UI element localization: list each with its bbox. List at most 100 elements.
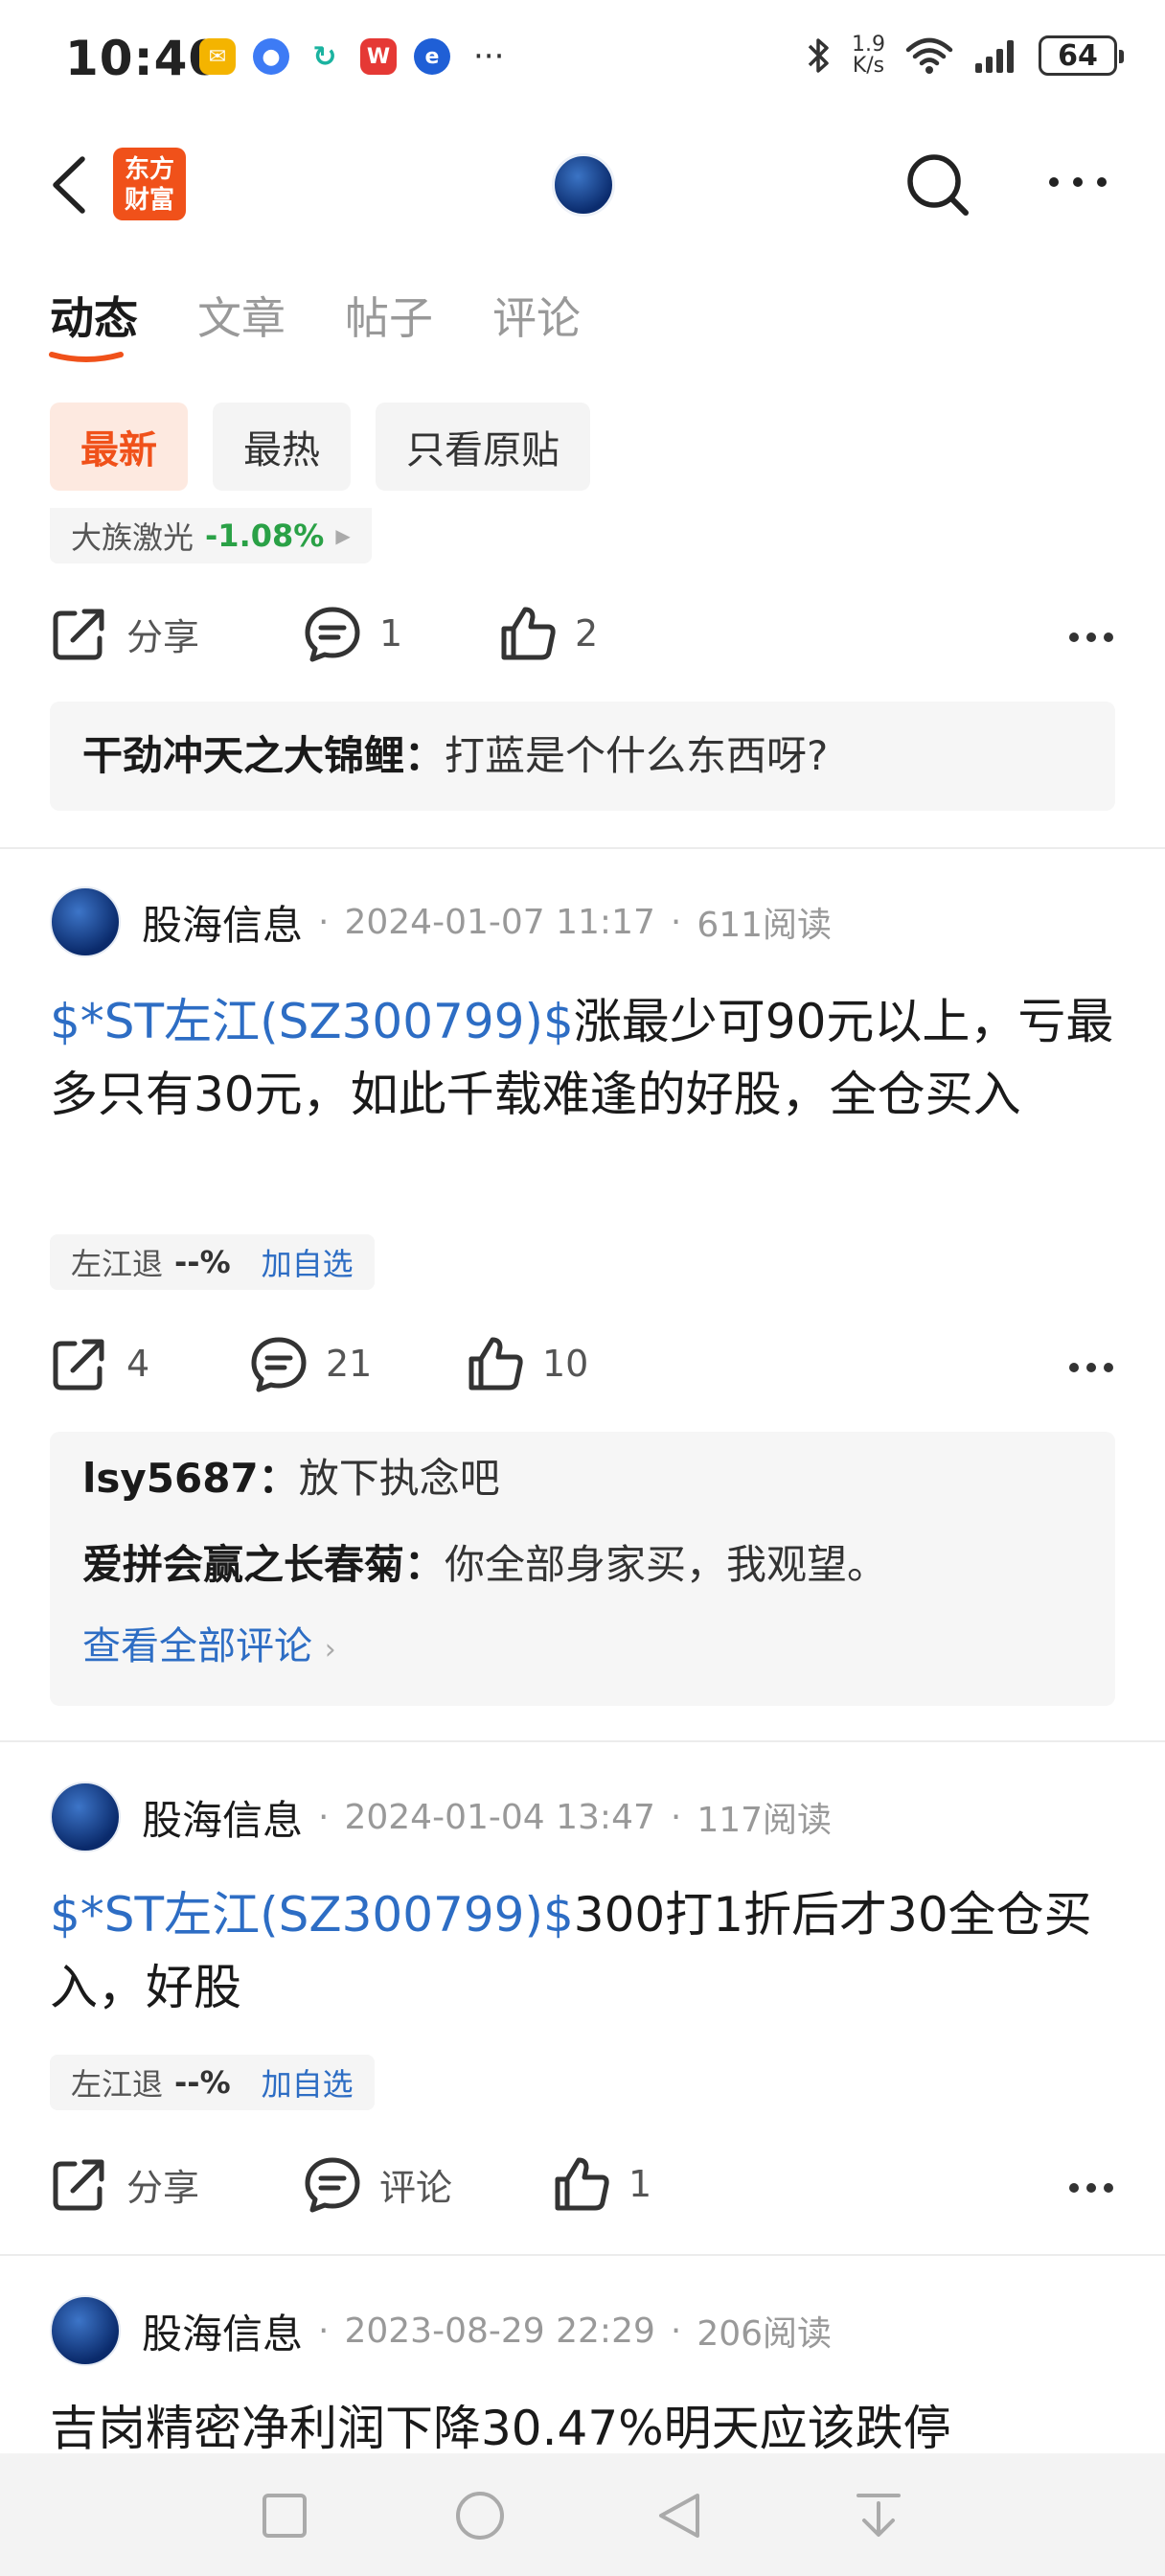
browser-app-icon: e	[414, 38, 450, 75]
read-count: 611阅读	[697, 906, 833, 945]
stock-link[interactable]: $*ST左江(SZ300799)$	[50, 994, 574, 1049]
post-more-icon[interactable]	[1067, 1361, 1115, 1374]
meta-dot: ·	[318, 902, 330, 942]
tab-dynamic[interactable]: 动态	[50, 284, 138, 347]
comment-button[interactable]: 1	[303, 604, 402, 663]
like-count: 2	[575, 612, 599, 655]
tab-articles[interactable]: 文章	[197, 284, 286, 347]
post-header: 股海信息 · 2024-01-04 13:47 · 117阅读	[50, 1781, 832, 1853]
stock-tag[interactable]: 大族激光 -1.08% ▶	[50, 508, 372, 564]
meta-dot: ·	[318, 1797, 330, 1837]
like-button[interactable]: 2	[498, 604, 598, 663]
stock-change: --%	[174, 2064, 231, 2101]
post-divider	[0, 2254, 1165, 2256]
comment-preview-box[interactable]: 干劲冲天之大锦鲤：打蓝是个什么东西呀?	[50, 702, 1115, 811]
add-watchlist-button[interactable]: 加自选	[262, 2060, 354, 2104]
comment-text: 你全部身家买，我观望。	[445, 1541, 888, 1588]
post-actions: 分享 1 2	[50, 604, 1115, 671]
active-tab-indicator	[49, 352, 124, 362]
filter-latest[interactable]: 最新	[50, 402, 188, 491]
stock-change: -1.08%	[205, 518, 325, 554]
home-icon[interactable]	[454, 2490, 506, 2542]
back-icon[interactable]	[653, 2490, 705, 2542]
more-options-icon[interactable]	[1044, 172, 1111, 192]
author-name[interactable]: 股海信息	[142, 2302, 303, 2360]
mail-app-icon: ✉	[199, 38, 236, 75]
share-button[interactable]: 4	[50, 1334, 149, 1393]
comment-preview: lsy5687：放下执念吧	[82, 1436, 1083, 1522]
tab-comments[interactable]: 评论	[492, 284, 581, 347]
thumbs-up-icon	[555, 2157, 609, 2211]
like-button[interactable]: 10	[466, 1334, 588, 1393]
post-actions: 4 21 10	[50, 1334, 1115, 1401]
comment-icon	[305, 2157, 360, 2213]
post-body[interactable]: $*ST左江(SZ300799)$300打1折后才30全仓买入，好股	[50, 1878, 1123, 2024]
stock-change: --%	[174, 1244, 231, 1280]
author-avatar[interactable]	[50, 886, 121, 957]
profile-avatar[interactable]	[552, 153, 615, 217]
stock-name: 大族激光	[71, 519, 194, 556]
bluetooth-icon	[808, 38, 829, 73]
filter-original-only[interactable]: 只看原贴	[376, 402, 590, 491]
post-date: 2024-01-04 13:47	[344, 1797, 655, 1837]
eastmoney-logo[interactable]: 东方 财富	[113, 148, 186, 220]
post-more-icon[interactable]	[1067, 631, 1115, 644]
tab-posts[interactable]: 帖子	[345, 284, 433, 347]
share-button[interactable]: 分享	[50, 2154, 199, 2214]
top-nav: 东方 财富	[0, 125, 1165, 240]
status-bar: 10:40 ✉ ● ↻ W e ··· 1.9 K/s 64	[0, 0, 1165, 115]
post-header: 股海信息 · 2023-08-29 22:29 · 206阅读	[50, 2294, 832, 2367]
share-icon	[53, 1339, 104, 1391]
author-avatar[interactable]	[50, 2295, 121, 2366]
stock-tag[interactable]: 左江退 --% 加自选	[50, 1234, 375, 1290]
notification-shade-icon[interactable]	[853, 2490, 904, 2542]
comment-separator: ：	[404, 1541, 445, 1588]
signal-icon	[975, 40, 1014, 73]
logo-text-bottom: 财富	[124, 186, 174, 215]
post-body[interactable]: $*ST左江(SZ300799)$涨最少可90元以上，亏最多只有30元，如此千载…	[50, 985, 1123, 1131]
battery-icon: 64	[1039, 35, 1124, 76]
post-more-icon[interactable]	[1067, 2181, 1115, 2195]
system-nav-bar	[0, 2453, 1165, 2576]
comment-button[interactable]: 21	[249, 1334, 372, 1393]
comment-separator: ：	[404, 732, 445, 779]
meta-dot: ·	[670, 1797, 682, 1837]
share-button[interactable]: 分享	[50, 604, 199, 663]
read-count: 117阅读	[697, 1801, 833, 1840]
post-header: 股海信息 · 2024-01-07 11:17 · 611阅读	[50, 886, 832, 958]
comment-preview-box[interactable]: lsy5687：放下执念吧 爱拼会赢之长春菊：你全部身家买，我观望。 查看全部评…	[50, 1432, 1115, 1706]
post-text: 吉岗精密净利润下降30.47%明天应该跌停	[50, 2401, 951, 2456]
post-divider	[0, 1740, 1165, 1742]
stock-tag[interactable]: 左江退 --% 加自选	[50, 2055, 375, 2110]
content-tabs: 动态 文章 帖子 评论	[50, 284, 581, 347]
recent-apps-icon[interactable]	[259, 2490, 310, 2542]
author-name[interactable]: 股海信息	[142, 893, 303, 952]
comment-separator: ：	[258, 1455, 299, 1502]
post-date: 2023-08-29 22:29	[344, 2311, 655, 2351]
caret-right-icon: ▶	[335, 524, 351, 547]
search-icon[interactable]	[904, 151, 971, 218]
comment-label: 评论	[379, 2166, 453, 2209]
more-notifications-icon: ···	[473, 37, 505, 76]
like-count: 10	[542, 1343, 589, 1385]
author-avatar[interactable]	[50, 1782, 121, 1852]
notification-icons: ✉ ● ↻ W e ···	[199, 38, 504, 75]
wps-app-icon: W	[360, 38, 397, 75]
back-arrow-icon[interactable]	[46, 153, 94, 217]
comment-preview: 爱拼会赢之长春菊：你全部身家买，我观望。	[82, 1522, 1083, 1608]
filter-hot[interactable]: 最热	[213, 402, 351, 491]
status-right: 1.9 K/s 64	[804, 34, 1124, 77]
comment-button[interactable]: 评论	[303, 2154, 452, 2214]
share-label: 分享	[126, 2166, 200, 2209]
stock-name: 左江退	[71, 1246, 164, 1282]
comment-icon	[305, 607, 360, 662]
view-all-comments-link[interactable]: 查看全部评论 ›	[82, 1608, 1083, 1689]
meta-dot: ·	[670, 2311, 682, 2351]
post-date: 2024-01-07 11:17	[344, 902, 655, 942]
stock-link[interactable]: $*ST左江(SZ300799)$	[50, 1887, 574, 1943]
add-watchlist-button[interactable]: 加自选	[262, 1240, 354, 1284]
author-name[interactable]: 股海信息	[142, 1788, 303, 1847]
like-button[interactable]: 1	[552, 2154, 651, 2214]
comment-user: lsy5687	[82, 1455, 259, 1502]
meta-dot: ·	[670, 902, 682, 942]
